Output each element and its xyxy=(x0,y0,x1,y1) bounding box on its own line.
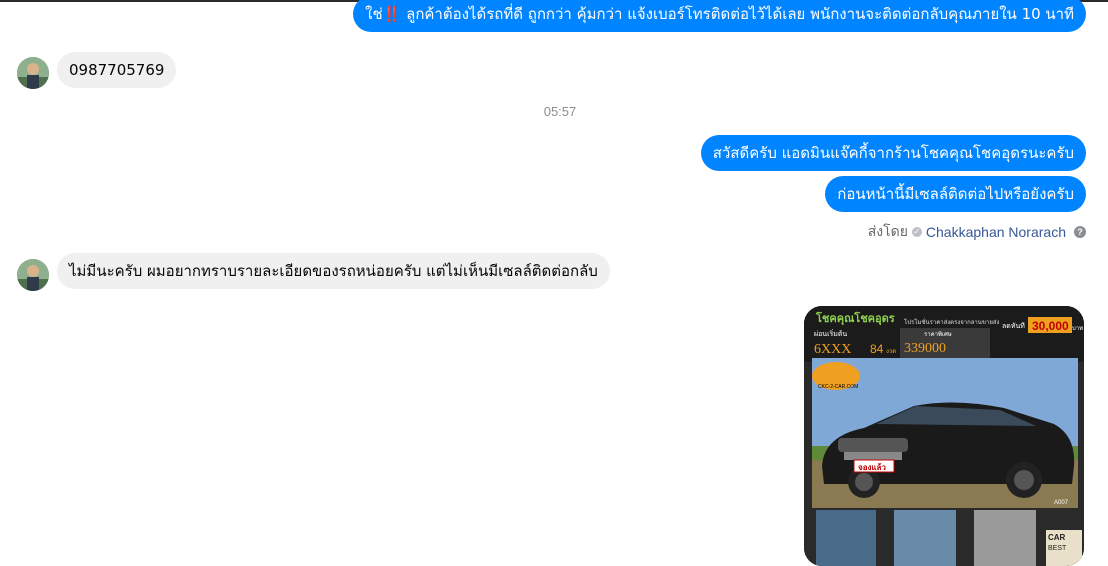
message-text: สวัสดีครับ แอดมินแจ๊คกี้จากร้านโชคคุณโชค… xyxy=(712,144,1074,162)
sent-by-prefix: ส่งโดย xyxy=(867,223,908,239)
ad-price: 339000 xyxy=(904,341,946,356)
ad-plate-text: จองแล้ว xyxy=(858,462,886,472)
message-text: ก่อนหน้านี้มีเซลล์ติดต่อไปหรือยังครับ xyxy=(837,185,1074,203)
ad-code: A007 xyxy=(1054,500,1069,506)
message-text: ใช่‼️ ลูกค้าต้องได้รถที่ดี ถูกกว่า คุ้มก… xyxy=(365,5,1074,23)
ad-installment-label: ผ่อนเริ่มต้น xyxy=(814,329,847,338)
help-icon[interactable]: ? xyxy=(1074,226,1086,238)
message-incoming[interactable]: ไม่มีนะครับ ผมอยากทราบรายละเอียดของรถหน่… xyxy=(57,253,610,289)
message-outgoing[interactable]: สวัสดีครับ แอดมินแจ๊คกี้จากร้านโชคคุณโชค… xyxy=(700,135,1086,171)
verified-check-icon: ✓ xyxy=(911,227,922,237)
message-text: ไม่มีนะครับ ผมอยากทราบรายละเอียดของรถหน่… xyxy=(69,262,598,280)
ad-discount-prefix: ลดทันที xyxy=(1002,322,1025,330)
sender-name-link[interactable]: Chakkaphan Norarach xyxy=(926,224,1066,240)
ad-corner-badge-line1: CAR xyxy=(1048,533,1066,542)
message-incoming[interactable]: 0987705769 xyxy=(57,52,177,88)
message-outgoing[interactable]: ใช่‼️ ลูกค้าต้องได้รถที่ดี ถูกกว่า คุ้มก… xyxy=(353,0,1086,32)
ad-discount: 30,000 xyxy=(1032,319,1069,333)
sent-by-label: ส่งโดย ✓ Chakkaphan Norarach ? xyxy=(868,221,1086,243)
ad-installment: 6XXX xyxy=(814,342,851,357)
message-outgoing[interactable]: ก่อนหน้านี้มีเซลล์ติดต่อไปหรือยังครับ xyxy=(825,176,1086,212)
ad-headline: โปรโมชั่นราคาส่งตรงจากลานขายส่ง xyxy=(904,318,1000,326)
message-text: 0987705769 xyxy=(69,61,165,79)
contact-avatar[interactable] xyxy=(17,259,49,291)
ad-price-label: ราคาพิเศษ xyxy=(924,331,952,338)
ad-logo-text: CKC-2-CAR.COM xyxy=(818,384,858,390)
image-attachment[interactable]: โชคคุณโชคอุดร โปรโมชั่นราคาส่งตรงจากลานข… xyxy=(804,306,1084,566)
ad-months-unit: งวด xyxy=(886,349,896,355)
ad-corner-badge-line2: BEST xyxy=(1048,545,1067,552)
contact-avatar[interactable] xyxy=(17,57,49,89)
ad-brand: โชคคุณโชคอุดร xyxy=(815,311,895,326)
message-timestamp: 05:57 xyxy=(543,104,577,119)
ad-discount-unit: บาท xyxy=(1072,326,1083,332)
ad-months: 84 xyxy=(870,342,884,356)
